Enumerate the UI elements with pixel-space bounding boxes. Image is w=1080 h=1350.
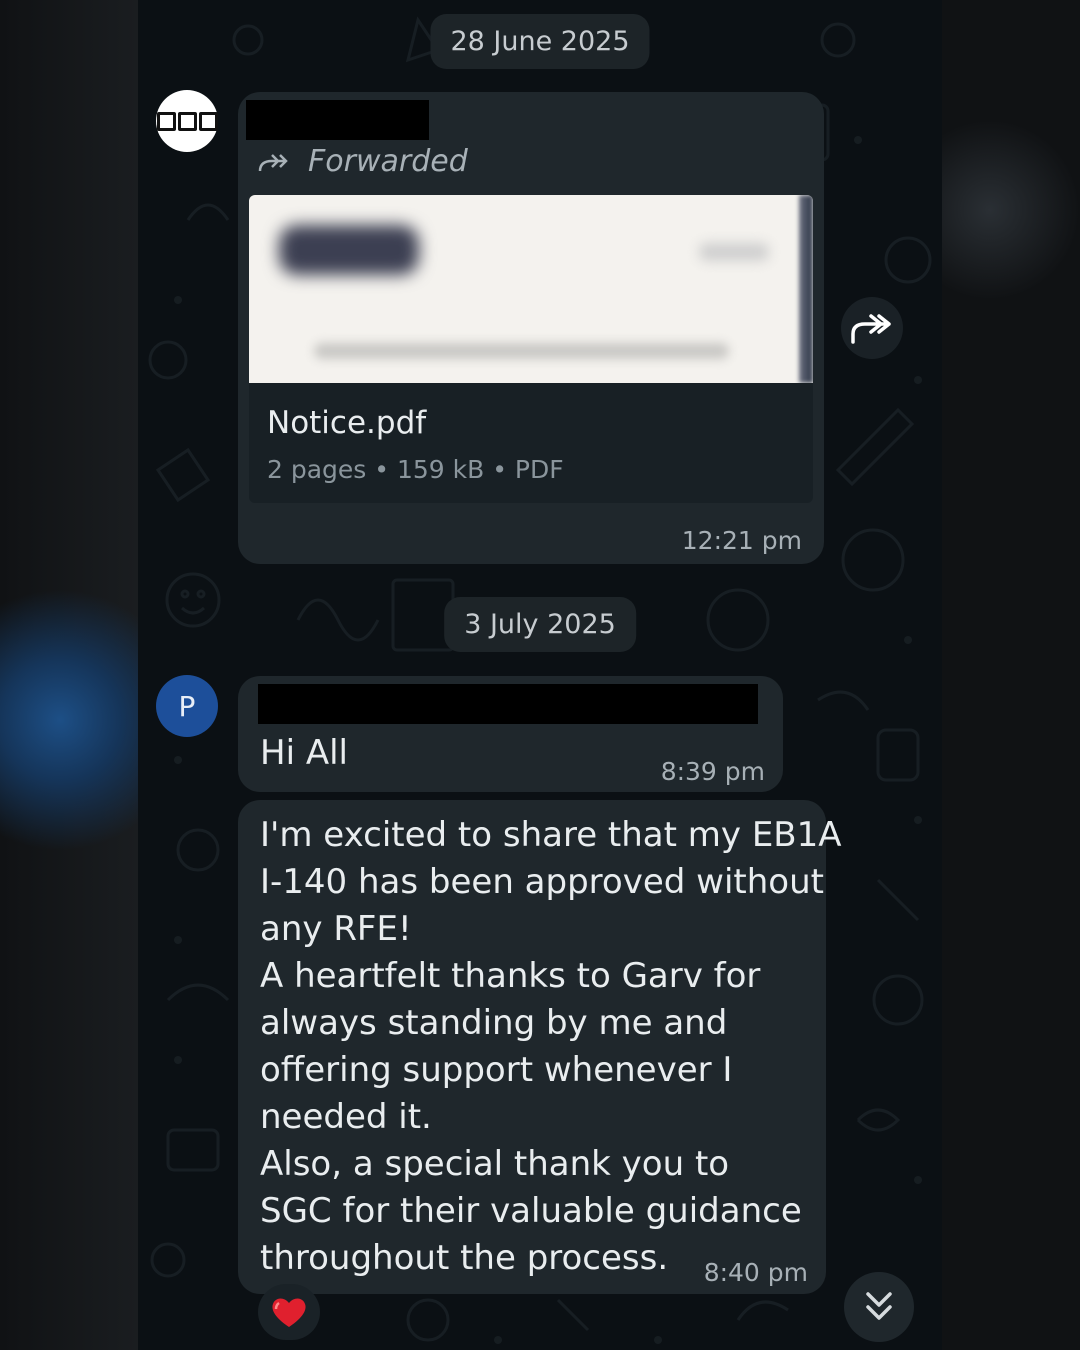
message-time: 12:21 pm <box>681 526 802 555</box>
message-line: I'm excited to share that my EB1A <box>260 815 842 855</box>
message-text: Hi All <box>260 733 348 773</box>
message-text: I'm excited to share that my EB1A I-140 … <box>260 812 842 1282</box>
document-preview[interactable] <box>249 195 813 383</box>
message-reaction[interactable] <box>258 1284 320 1340</box>
forwarded-label: Forwarded <box>258 144 468 179</box>
redacted-sender-name <box>258 684 758 724</box>
redacted-sender-name <box>246 100 429 140</box>
chat-screen[interactable]: 28 June 2025 Forwarded Notice.pdf 2 page… <box>138 0 942 1350</box>
message-line: A heartfelt thanks to Garv for <box>260 956 761 996</box>
message-time: 8:39 pm <box>660 757 765 786</box>
document-meta: 2 pages • 159 kB • PDF <box>267 455 564 484</box>
forward-share-icon <box>851 314 891 344</box>
forwarded-arrows-icon <box>258 153 288 171</box>
forwarded-document-message[interactable]: Forwarded Notice.pdf 2 pages • 159 kB • … <box>238 92 824 564</box>
date-separator: 3 July 2025 <box>444 597 636 652</box>
message-line: any RFE! <box>260 909 412 949</box>
avatar-letter: P <box>178 689 196 723</box>
sender-avatar[interactable] <box>156 90 218 152</box>
sgc-logo-icon <box>156 111 218 131</box>
date-separator: 28 June 2025 <box>430 14 650 69</box>
message-line: SGC for their valuable guidance <box>260 1191 802 1231</box>
red-heart-icon <box>272 1298 306 1327</box>
message-line: offering support whenever I <box>260 1050 733 1090</box>
message-time: 8:40 pm <box>703 1258 808 1287</box>
text-message[interactable]: I'm excited to share that my EB1A I-140 … <box>238 800 842 1294</box>
scroll-to-bottom-button[interactable] <box>844 1272 914 1342</box>
document-info[interactable]: Notice.pdf 2 pages • 159 kB • PDF <box>249 383 813 503</box>
sender-avatar[interactable]: P <box>156 675 218 737</box>
forwarded-text: Forwarded <box>308 144 468 179</box>
message-line: always standing by me and <box>260 1003 728 1043</box>
text-message[interactable]: Hi All 8:39 pm <box>238 676 783 792</box>
share-button[interactable] <box>841 297 903 359</box>
document-name: Notice.pdf <box>267 405 427 441</box>
double-chevron-down-icon <box>866 1292 892 1320</box>
message-line: Also, a special thank you to <box>260 1144 730 1184</box>
message-line: I-140 has been approved without <box>260 862 824 902</box>
message-line: needed it. <box>260 1097 432 1137</box>
